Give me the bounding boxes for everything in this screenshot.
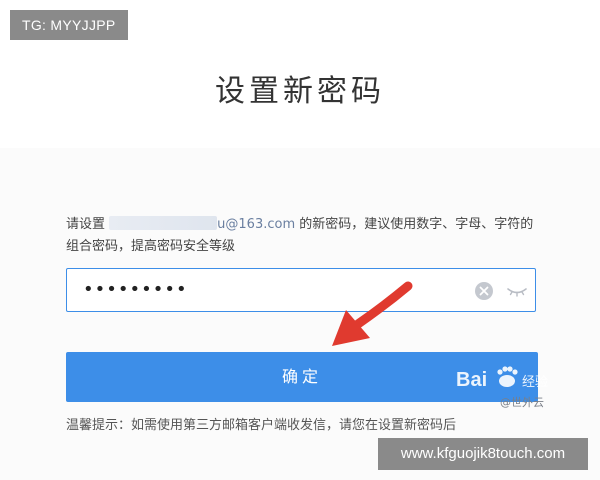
red-arrow-icon [332, 281, 413, 346]
watermark-logo-suffix: 经验 [522, 374, 548, 390]
password-reset-page: TG: MYYJJPP 设置新密码 请设置 u@163.com 的新密码，建议使… [0, 0, 600, 480]
watermark-logo-text: Bai [456, 369, 487, 391]
tip-text: 温馨提示：如需使用第三方邮箱客户端收发信，请您在设置新密码后 [66, 418, 457, 433]
password-value: ••••••••• [83, 279, 188, 300]
paw-icon [497, 366, 518, 387]
tg-watermark-badge: TG: MYYJJPP [10, 10, 128, 40]
baidu-jingyan-watermark: Bai 经验 @世外云 [456, 366, 548, 409]
eye-closed-icon[interactable] [507, 284, 527, 298]
page-title: 设置新密码 [215, 74, 385, 109]
masked-email [109, 216, 218, 230]
email-domain: u@163.com [217, 217, 296, 232]
clear-icon[interactable] [475, 282, 493, 300]
instruction-prefix: 请设置 [66, 217, 106, 232]
new-password-input[interactable]: ••••••••• [66, 268, 536, 312]
site-watermark-badge: www.kfguojik8touch.com [378, 438, 588, 470]
instruction-text: 请设置 u@163.com 的新密码，建议使用数字、字母、字符的组合密码，提高密… [66, 214, 546, 258]
watermark-sub-text: @世外云 [500, 396, 544, 409]
